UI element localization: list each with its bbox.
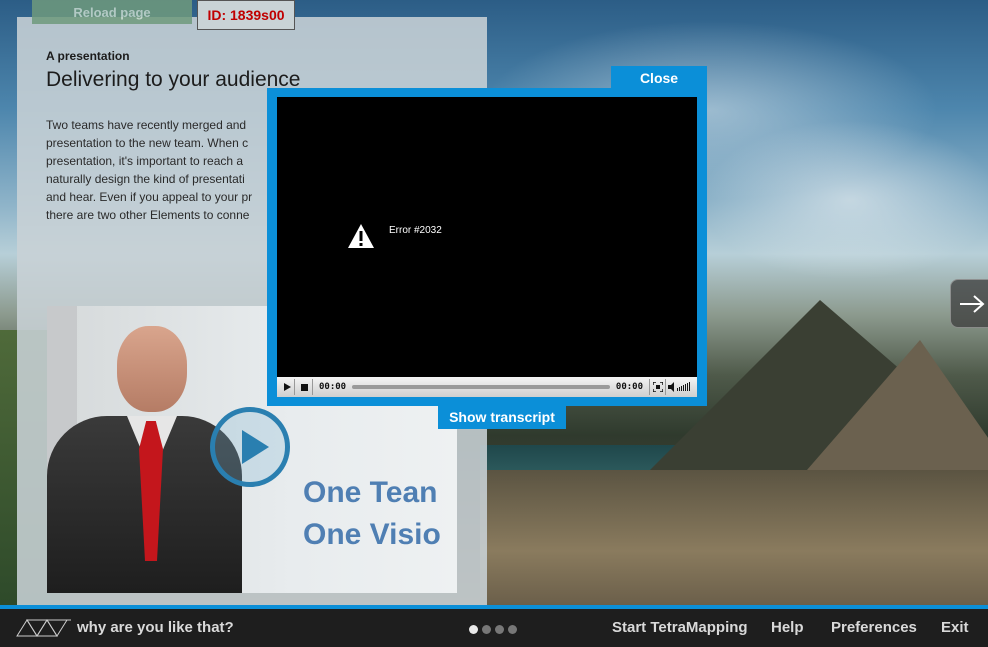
exit-link[interactable]: Exit bbox=[941, 619, 969, 636]
play-icon[interactable] bbox=[210, 407, 290, 487]
fullscreen-icon bbox=[652, 382, 663, 392]
page-dot-3[interactable] bbox=[495, 625, 504, 634]
player-controls: 00:00 00:00 bbox=[277, 377, 697, 397]
play-button[interactable] bbox=[279, 379, 295, 395]
show-transcript-button[interactable]: Show transcript bbox=[438, 404, 566, 429]
next-page-button[interactable] bbox=[950, 279, 988, 328]
arrow-right-icon bbox=[960, 294, 985, 313]
ground bbox=[480, 470, 988, 605]
volume-control[interactable] bbox=[665, 379, 695, 395]
page-dot-1[interactable] bbox=[469, 625, 478, 634]
reload-page-button[interactable]: Reload page bbox=[32, 0, 192, 24]
seek-bar[interactable] bbox=[352, 385, 610, 389]
tetramap-logo-icon bbox=[16, 619, 71, 637]
page-indicator bbox=[469, 625, 517, 634]
start-tetramapping-link[interactable]: Start TetraMapping bbox=[612, 619, 748, 636]
current-time: 00:00 bbox=[319, 382, 347, 392]
presenter-head bbox=[117, 326, 187, 412]
video-player[interactable]: Error #2032 00:00 00:00 bbox=[277, 97, 697, 397]
stop-button[interactable] bbox=[297, 379, 313, 395]
section-eyebrow: A presentation bbox=[46, 49, 130, 63]
preferences-link[interactable]: Preferences bbox=[831, 619, 917, 636]
warning-icon bbox=[348, 224, 374, 248]
close-button[interactable]: Close bbox=[611, 66, 707, 90]
stop-icon bbox=[301, 383, 308, 391]
page-title: Delivering to your audience bbox=[46, 68, 301, 91]
help-link[interactable]: Help bbox=[771, 619, 804, 636]
fullscreen-button[interactable] bbox=[649, 379, 665, 395]
body-text: Two teams have recently merged and prese… bbox=[46, 118, 253, 222]
slide-text: One Tean One Visio bbox=[303, 476, 441, 551]
volume-icon bbox=[667, 382, 690, 392]
play-icon bbox=[283, 383, 291, 391]
footer-bar: why are you like that? Start TetraMappin… bbox=[0, 609, 988, 647]
cloud bbox=[700, 120, 988, 280]
total-time: 00:00 bbox=[615, 382, 643, 392]
page-dot-4[interactable] bbox=[508, 625, 517, 634]
tagline: why are you like that? bbox=[77, 619, 234, 636]
id-badge: ID: 1839s00 bbox=[197, 0, 295, 30]
video-modal: Error #2032 00:00 00:00 bbox=[267, 88, 707, 406]
error-message: Error #2032 bbox=[389, 225, 442, 236]
page-dot-2[interactable] bbox=[482, 625, 491, 634]
